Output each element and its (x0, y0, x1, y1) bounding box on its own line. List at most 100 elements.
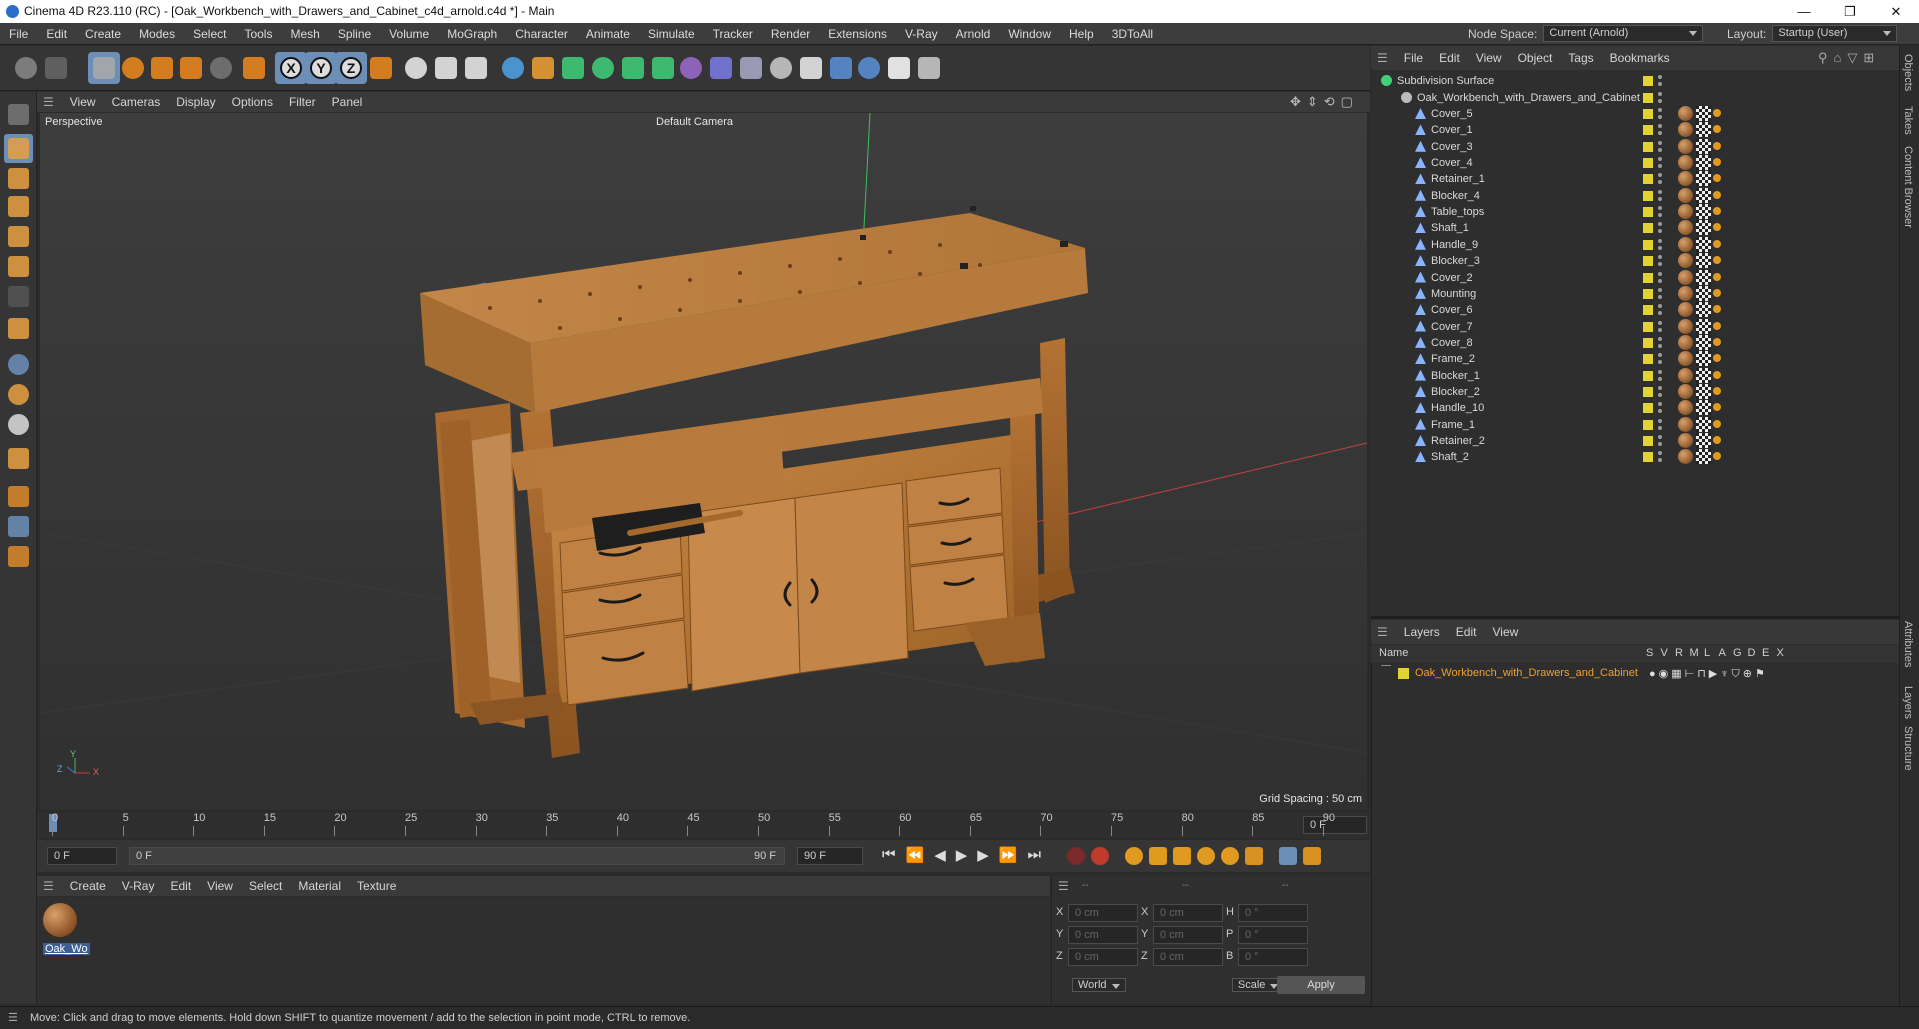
model-mode-icon[interactable] (4, 134, 33, 163)
render-dot[interactable] (1658, 442, 1662, 446)
visibility-dot[interactable] (1658, 140, 1662, 145)
menu-extensions[interactable]: Extensions (819, 27, 896, 41)
visibility-dot[interactable] (1658, 271, 1662, 276)
layer-chip[interactable] (1643, 174, 1653, 185)
render-dot[interactable] (1658, 229, 1662, 234)
layer-chip[interactable] (1643, 109, 1653, 119)
menu-create[interactable]: Create (76, 27, 130, 41)
object-menu-tags[interactable]: Tags (1560, 51, 1601, 65)
visibility-dot[interactable] (1658, 92, 1662, 96)
light-icon[interactable] (795, 52, 827, 84)
layer-chip[interactable] (1643, 239, 1653, 250)
layer-color-chip[interactable] (1398, 668, 1409, 679)
maximize-button[interactable]: ❐ (1827, 0, 1873, 23)
render-settings-icon[interactable] (460, 52, 492, 84)
coord-value-field[interactable]: 0 ° (1238, 904, 1308, 922)
object-menu-file[interactable]: File (1396, 51, 1431, 65)
render-dot[interactable] (1658, 458, 1662, 463)
coord-value-field[interactable]: 0 ° (1238, 926, 1308, 944)
settings-gear-icon[interactable] (883, 52, 915, 84)
next-key-icon[interactable]: ⏩ (999, 846, 1018, 864)
subdivision-icon[interactable] (557, 52, 589, 84)
selection-tag-icon[interactable] (1713, 386, 1721, 395)
layer-chip[interactable] (1643, 288, 1653, 299)
status-hamburger-icon[interactable]: ☰ (8, 1007, 18, 1029)
symmetry-icon[interactable] (675, 52, 707, 84)
layer-chip[interactable] (1643, 321, 1653, 332)
visibility-dot[interactable] (1658, 287, 1662, 292)
side-tab-layers[interactable]: Layers (1902, 686, 1914, 719)
coord-value-field[interactable]: 0 cm (1068, 904, 1138, 922)
selection-tag-icon[interactable] (1713, 190, 1721, 199)
material-tag-icon[interactable] (1678, 253, 1693, 269)
layer-chip[interactable] (1643, 76, 1653, 86)
layer-chip[interactable] (1643, 190, 1653, 201)
layer-chip[interactable] (1643, 125, 1653, 136)
previous-frame-icon[interactable]: ◀ (934, 846, 946, 864)
coord-space-dropdown[interactable]: World (1072, 978, 1126, 992)
layers-menu-edit[interactable]: Edit (1448, 625, 1485, 639)
render-dot[interactable] (1658, 409, 1662, 414)
selection-tag-icon[interactable] (1713, 174, 1721, 183)
uv-tag-icon[interactable] (1696, 285, 1711, 301)
grid-icon[interactable] (4, 482, 33, 511)
object-search-icons[interactable]: ⚲⌂▽⊞ (1818, 50, 1880, 66)
render-dot[interactable] (1658, 327, 1662, 332)
layer-chip[interactable] (1643, 370, 1653, 381)
selection-tag-icon[interactable] (1713, 288, 1721, 297)
l-axis-icon[interactable] (4, 314, 33, 343)
material-tag-icon[interactable] (1678, 367, 1693, 383)
visibility-dot[interactable] (1658, 255, 1662, 260)
parameter-key-icon[interactable] (1221, 847, 1239, 865)
camera-icon[interactable] (765, 52, 797, 84)
visibility-dot[interactable] (1658, 75, 1662, 79)
menu-simulate[interactable]: Simulate (639, 27, 704, 41)
side-tab-content-browser[interactable]: Content Browser (1902, 146, 1914, 228)
material-tag-icon[interactable] (1678, 416, 1693, 432)
uv-tag-icon[interactable] (1696, 367, 1711, 383)
visibility-dot[interactable] (1658, 402, 1662, 407)
uv-tag-icon[interactable] (1696, 433, 1711, 448)
material-tag-icon[interactable] (1678, 155, 1693, 171)
material-swatch-oak[interactable] (43, 903, 77, 937)
uv-tag-icon[interactable] (1696, 383, 1711, 399)
uv-tag-icon[interactable] (1696, 138, 1711, 154)
material-tag-icon[interactable] (1678, 318, 1693, 334)
axis-icon[interactable] (238, 52, 270, 84)
visibility-dot[interactable] (1658, 222, 1662, 227)
material-tag-icon[interactable] (1678, 106, 1693, 121)
magnet-icon[interactable] (4, 444, 33, 473)
viewport-menu-options[interactable]: Options (224, 95, 281, 109)
visibility-dot[interactable] (1658, 385, 1662, 390)
material-menu-view[interactable]: View (199, 879, 241, 893)
layer-chip[interactable] (1643, 256, 1653, 267)
coord-value-field[interactable]: 0 cm (1153, 926, 1223, 944)
apply-button[interactable]: Apply (1277, 976, 1365, 994)
render-dot[interactable] (1658, 213, 1662, 218)
side-tab-objects[interactable]: Objects (1902, 54, 1914, 91)
visibility-dot[interactable] (1658, 369, 1662, 374)
menu-volume[interactable]: Volume (380, 27, 438, 41)
node-space-dropdown[interactable]: Current (Arnold) (1543, 25, 1704, 42)
side-tab-structure[interactable]: Structure (1902, 726, 1914, 771)
panel-divider[interactable] (1371, 616, 1899, 619)
render-dot[interactable] (1658, 343, 1662, 348)
uv-mode-icon[interactable] (4, 282, 33, 311)
material-tag-icon[interactable] (1678, 449, 1693, 465)
selection-tag-icon[interactable] (1713, 256, 1721, 265)
material-tag-icon[interactable] (1678, 138, 1693, 154)
lock-icon[interactable] (4, 542, 33, 571)
render-dot[interactable] (1658, 164, 1662, 169)
material-menu-select[interactable]: Select (241, 879, 290, 893)
layer-row[interactable]: Oak_Workbench_with_Drawers_and_Cabinet ●… (1371, 664, 1899, 684)
menu-edit[interactable]: Edit (37, 27, 76, 41)
next-frame-icon[interactable]: ▶ (977, 846, 989, 864)
object-menu-bookmarks[interactable]: Bookmarks (1602, 51, 1678, 65)
close-button[interactable]: ✕ (1873, 0, 1919, 23)
selection-tag-icon[interactable] (1713, 321, 1721, 330)
polygons-mode-icon[interactable] (4, 252, 33, 281)
render-dot[interactable] (1658, 99, 1662, 103)
render-dot[interactable] (1658, 376, 1662, 381)
uv-tag-icon[interactable] (1696, 204, 1711, 220)
extrude-icon[interactable] (587, 52, 619, 84)
